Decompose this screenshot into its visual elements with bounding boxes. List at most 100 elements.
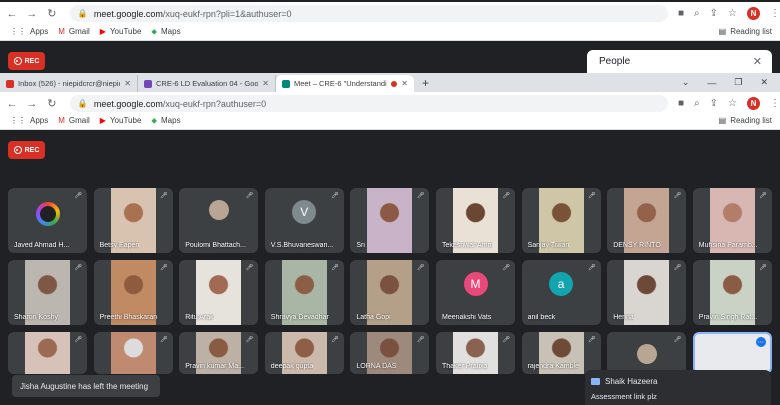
forward-icon[interactable]: → [24,8,40,20]
reading-list[interactable]: ▤ Reading list [719,116,772,125]
tab-meet[interactable]: Meet – CRE-6 "Understandi ✕ [276,75,414,92]
share-icon[interactable]: ⇪ [710,8,718,19]
participant-tile[interactable]: 🎤︎ Javed Ahmad H... [8,188,87,253]
mic-muted-icon: 🎤︎ [159,265,168,271]
participant-video [110,332,156,374]
participant-name: Muhsina Paramb... [698,242,758,249]
profile-avatar[interactable]: N [747,97,761,110]
star-icon[interactable]: ☆ [728,8,737,19]
participant-tile[interactable]: 🎤︎ Pravin kumar Ma... [179,332,259,374]
outer-bookmarks-bar: ⋮⋮ Apps M Gmail ▶ YouTube ⬥ Maps ▤ Reading li… [0,23,780,41]
bookmark-maps[interactable]: ⬥ Maps [151,27,180,37]
participant-tile[interactable]: a 🎤︎ anil beck [521,260,601,325]
mic-muted-icon: 🎤︎ [245,193,254,199]
bookmark-youtube[interactable]: ▶ YouTube [100,27,142,36]
participant-tile[interactable]: 🎤︎ Ritu Arak [179,260,259,325]
participant-tile[interactable]: 🎤︎ deepak gupta [264,332,344,374]
participant-tile[interactable]: 🎤︎ Muhsina Paramb... [692,188,772,253]
participant-tile[interactable]: 🎤︎ Poulomi Bhattach... [179,188,259,253]
back-icon[interactable]: ← [4,98,20,110]
youtube-icon: ▶ [99,116,106,125]
mic-muted-icon: 🎤︎ [502,337,510,343]
bookmark-apps[interactable]: ⋮⋮ Apps [10,27,48,36]
forms-favicon-icon [144,79,152,88]
menu-dots-icon[interactable]: ⋮ [770,8,780,19]
more-options-icon[interactable]: ⋯ [755,337,766,347]
participant-tile[interactable]: 🎤︎ Shravya Devadhar [264,260,344,325]
participant-tile[interactable]: 🎤︎ Sri [350,188,430,253]
close-tab-icon[interactable]: ✕ [124,79,131,88]
participant-tile[interactable]: 🎤︎ [93,332,173,374]
chat-notification[interactable]: Shaik Hazeera Assessment link plz [585,370,771,405]
bookmark-gmail[interactable]: M Gmail [58,116,90,125]
participant-tile[interactable]: 🎤︎ Latha Gopi [350,260,430,325]
new-tab-button[interactable]: + [414,76,437,92]
participant-name: Meenakshi Vats [442,314,492,321]
participant-tile[interactable]: 🎤︎ Sanjay Tiwari [521,188,601,253]
inner-address-bar[interactable]: 🔒 meet.google.com/xuq-eukf-rpn?authuser=… [69,95,668,112]
profile-avatar[interactable]: N [747,7,761,20]
mic-muted-icon: 🎤︎ [759,193,767,199]
mic-muted-icon: 🎤︎ [245,265,254,271]
meet-favicon-icon [282,79,290,88]
minimize-icon[interactable]: — [707,78,716,88]
mic-muted-icon: 🎤︎ [245,337,254,343]
participant-name: Henna [613,314,634,321]
outer-url: meet.google.com/xuq-eukf-rpn?pli=1&authu… [93,8,292,19]
back-icon[interactable]: ← [4,8,20,20]
camera-icon[interactable]: ■ [678,98,684,109]
zoom-icon[interactable]: ⌕ [694,98,700,109]
participant-tile[interactable]: 🎤︎ Thaker Pratixa [436,332,515,374]
participant-tile[interactable]: 🎤︎ [8,332,87,374]
restore-icon[interactable]: ❐ [734,77,742,88]
bookmark-maps[interactable]: ⬥ Maps [151,116,180,126]
reload-icon[interactable]: ↻ [44,7,60,20]
participant-tile[interactable]: 🎤︎ [607,332,687,374]
chat-sender-row: Shaik Hazeera [591,377,657,386]
zoom-icon[interactable]: ⌕ [694,8,700,19]
participant-tile[interactable]: 🎤︎ Sharon Koshy [8,260,87,325]
participant-tile[interactable]: 🎤︎ DENSY RINTO [607,188,687,253]
reading-list[interactable]: ▤ Reading list [719,27,772,36]
participant-tile[interactable]: 🎤︎ LORNA DAS [350,332,430,374]
participant-avatar [208,200,229,220]
camera-icon[interactable]: ■ [678,8,684,19]
reload-icon[interactable]: ↻ [44,97,60,110]
participant-tile[interactable]: ⋯ [692,332,772,374]
outer-address-bar[interactable]: 🔒 meet.google.com/xuq-eukf-rpn?pli=1&aut… [69,5,668,22]
window-close-icon[interactable]: ✕ [760,77,768,88]
participant-tile[interactable]: M 🎤︎ Meenakshi Vats [436,260,515,325]
close-tab-icon[interactable]: ✕ [262,79,269,88]
mic-muted-icon: 🎤︎ [502,265,510,271]
participant-tile[interactable]: 🎤︎ Henna [607,260,687,325]
mic-muted-icon: 🎤︎ [331,337,339,343]
participant-tile[interactable]: 🎤︎ Betsy Eapen [93,188,173,253]
close-icon[interactable]: ✕ [753,55,762,68]
bookmark-youtube[interactable]: ▶ YouTube [100,116,142,125]
participant-name: anil beck [527,314,556,321]
participant-tile[interactable]: 🎤︎ Preethi Bhaskaran [93,260,173,325]
tab-inbox[interactable]: Inbox (526) - niepidcrcr@niepid. ✕ [0,75,138,92]
lock-icon[interactable]: 🔒 [78,99,88,108]
participant-tile[interactable]: 🎤︎ rajendra Kamble [521,332,601,374]
participant-name: rajendra Kamble [527,363,579,370]
star-icon[interactable]: ☆ [728,98,737,109]
bookmark-gmail[interactable]: M Gmail [58,27,90,36]
maps-icon: ⬥ [151,26,157,36]
lock-icon[interactable]: 🔒 [78,9,88,18]
participant-tile[interactable]: 🎤︎ Pravin Singh Rat... [692,260,772,325]
bookmark-apps[interactable]: ⋮⋮ Apps [10,116,48,125]
tab-strip: Inbox (526) - niepidcrcr@niepid. ✕ CRE-6… [0,73,780,92]
mic-muted-icon: 🎤︎ [673,337,682,343]
gmail-favicon-icon [6,79,14,88]
tab-search-icon[interactable]: ⌄ [682,77,690,88]
participant-tile[interactable]: V 🎤︎ V.S.Bhuvaneswari... [264,188,344,253]
participant-tile[interactable]: 🎤︎ Tekeshwar Amrit [436,188,515,253]
share-icon[interactable]: ⇪ [710,98,718,109]
menu-dots-icon[interactable]: ⋮ [770,98,780,109]
close-tab-icon[interactable]: ✕ [401,79,408,88]
mic-muted-icon: 🎤︎ [74,337,82,343]
tab-forms[interactable]: CRE-6 LD Evaluation 04 - Google ✕ [138,75,276,92]
forward-icon[interactable]: → [24,98,40,110]
participant-initial-avatar: a [549,272,574,296]
